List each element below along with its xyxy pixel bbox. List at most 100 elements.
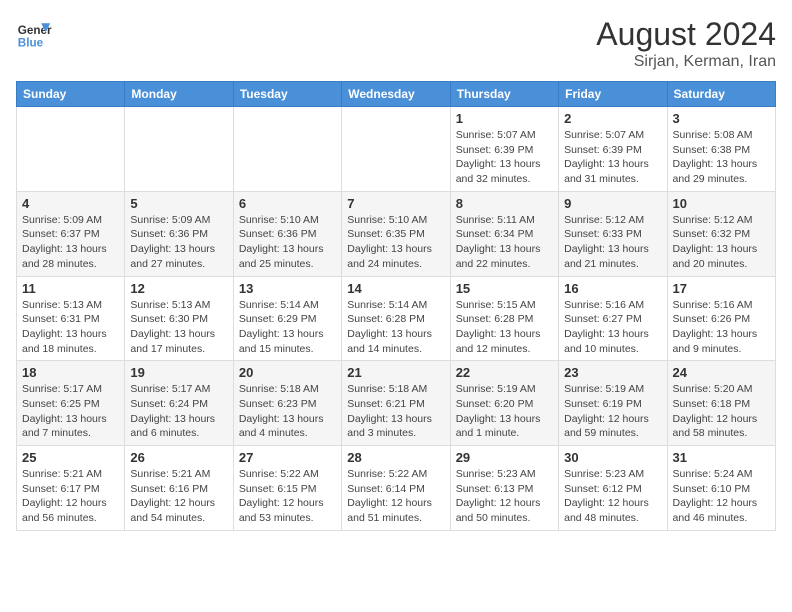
day-number: 25 — [22, 450, 119, 465]
day-number: 7 — [347, 196, 444, 211]
day-number: 22 — [456, 365, 553, 380]
day-header-saturday: Saturday — [667, 82, 775, 107]
calendar-cell: 15 Sunrise: 5:15 AM Sunset: 6:28 PM Dayli… — [450, 276, 558, 361]
day-header-thursday: Thursday — [450, 82, 558, 107]
calendar-cell: 24 Sunrise: 5:20 AM Sunset: 6:18 PM Dayli… — [667, 361, 775, 446]
page-header: General Blue August 2024 Sirjan, Kerman,… — [16, 16, 776, 71]
calendar-week-row: 1 Sunrise: 5:07 AM Sunset: 6:39 PM Daylig… — [17, 107, 776, 192]
day-number: 8 — [456, 196, 553, 211]
day-number: 14 — [347, 281, 444, 296]
calendar-cell: 17Sunrise: 5:16 AM Sunset: 6:26 PM Dayli… — [667, 276, 775, 361]
day-info: Sunrise: 5:21 AM Sunset: 6:16 PM Dayligh… — [130, 467, 227, 526]
day-info: Sunrise: 5:18 AM Sunset: 6:21 PM Dayligh… — [347, 382, 444, 441]
title-block: August 2024 Sirjan, Kerman, Iran — [596, 16, 776, 71]
calendar-cell: 3 Sunrise: 5:08 AM Sunset: 6:38 PM Daylig… — [667, 107, 775, 192]
calendar-cell: 10Sunrise: 5:12 AM Sunset: 6:32 PM Dayli… — [667, 191, 775, 276]
day-number: 15 — [456, 281, 553, 296]
day-number: 6 — [239, 196, 336, 211]
calendar-cell: 23 Sunrise: 5:19 AM Sunset: 6:19 PM Dayli… — [559, 361, 667, 446]
day-info: Sunrise: 5:08 AM Sunset: 6:38 PM Dayligh… — [673, 128, 770, 187]
day-number: 1 — [456, 111, 553, 126]
day-number: 16 — [564, 281, 661, 296]
calendar-cell: 2 Sunrise: 5:07 AM Sunset: 6:39 PM Daylig… — [559, 107, 667, 192]
day-info: Sunrise: 5:24 AM Sunset: 6:10 PM Dayligh… — [673, 467, 770, 526]
calendar-cell: 11Sunrise: 5:13 AM Sunset: 6:31 PM Dayli… — [17, 276, 125, 361]
day-number: 24 — [673, 365, 770, 380]
day-info: Sunrise: 5:17 AM Sunset: 6:25 PM Dayligh… — [22, 382, 119, 441]
calendar-cell: 27 Sunrise: 5:22 AM Sunset: 6:15 PM Dayli… — [233, 446, 341, 531]
day-info: Sunrise: 5:07 AM Sunset: 6:39 PM Dayligh… — [564, 128, 661, 187]
location-subtitle: Sirjan, Kerman, Iran — [596, 53, 776, 71]
calendar-cell: 21Sunrise: 5:18 AM Sunset: 6:21 PM Dayli… — [342, 361, 450, 446]
day-number: 28 — [347, 450, 444, 465]
day-header-monday: Monday — [125, 82, 233, 107]
calendar-cell — [233, 107, 341, 192]
calendar-cell: 13Sunrise: 5:14 AM Sunset: 6:29 PM Dayli… — [233, 276, 341, 361]
calendar-week-row: 4Sunrise: 5:09 AM Sunset: 6:37 PM Daylig… — [17, 191, 776, 276]
day-info: Sunrise: 5:23 AM Sunset: 6:12 PM Dayligh… — [564, 467, 661, 526]
calendar-cell: 14 Sunrise: 5:14 AM Sunset: 6:28 PM Dayli… — [342, 276, 450, 361]
day-number: 26 — [130, 450, 227, 465]
day-number: 12 — [130, 281, 227, 296]
day-info: Sunrise: 5:16 AM Sunset: 6:26 PM Dayligh… — [673, 298, 770, 357]
day-info: Sunrise: 5:12 AM Sunset: 6:32 PM Dayligh… — [673, 213, 770, 272]
day-info: Sunrise: 5:09 AM Sunset: 6:36 PM Dayligh… — [130, 213, 227, 272]
day-header-friday: Friday — [559, 82, 667, 107]
day-number: 5 — [130, 196, 227, 211]
calendar-header: SundayMondayTuesdayWednesdayThursdayFrid… — [17, 82, 776, 107]
day-info: Sunrise: 5:20 AM Sunset: 6:18 PM Dayligh… — [673, 382, 770, 441]
day-number: 9 — [564, 196, 661, 211]
day-number: 31 — [673, 450, 770, 465]
calendar-cell: 28 Sunrise: 5:22 AM Sunset: 6:14 PM Dayli… — [342, 446, 450, 531]
svg-text:Blue: Blue — [18, 37, 44, 50]
day-info: Sunrise: 5:13 AM Sunset: 6:30 PM Dayligh… — [130, 298, 227, 357]
day-info: Sunrise: 5:09 AM Sunset: 6:37 PM Dayligh… — [22, 213, 119, 272]
calendar-cell: 16Sunrise: 5:16 AM Sunset: 6:27 PM Dayli… — [559, 276, 667, 361]
day-number: 11 — [22, 281, 119, 296]
logo: General Blue — [16, 16, 52, 52]
calendar-week-row: 25Sunrise: 5:21 AM Sunset: 6:17 PM Dayli… — [17, 446, 776, 531]
day-number: 3 — [673, 111, 770, 126]
day-number: 29 — [456, 450, 553, 465]
calendar-cell: 29Sunrise: 5:23 AM Sunset: 6:13 PM Dayli… — [450, 446, 558, 531]
calendar-cell — [125, 107, 233, 192]
calendar-cell: 22Sunrise: 5:19 AM Sunset: 6:20 PM Dayli… — [450, 361, 558, 446]
day-info: Sunrise: 5:07 AM Sunset: 6:39 PM Dayligh… — [456, 128, 553, 187]
calendar-cell: 7 Sunrise: 5:10 AM Sunset: 6:35 PM Daylig… — [342, 191, 450, 276]
calendar-cell: 1 Sunrise: 5:07 AM Sunset: 6:39 PM Daylig… — [450, 107, 558, 192]
calendar-cell: 6 Sunrise: 5:10 AM Sunset: 6:36 PM Daylig… — [233, 191, 341, 276]
calendar-cell: 30 Sunrise: 5:23 AM Sunset: 6:12 PM Dayli… — [559, 446, 667, 531]
calendar-body: 1 Sunrise: 5:07 AM Sunset: 6:39 PM Daylig… — [17, 107, 776, 531]
calendar-cell: 12 Sunrise: 5:13 AM Sunset: 6:30 PM Dayli… — [125, 276, 233, 361]
month-year-title: August 2024 — [596, 16, 776, 53]
day-info: Sunrise: 5:11 AM Sunset: 6:34 PM Dayligh… — [456, 213, 553, 272]
day-info: Sunrise: 5:12 AM Sunset: 6:33 PM Dayligh… — [564, 213, 661, 272]
day-number: 18 — [22, 365, 119, 380]
day-header-sunday: Sunday — [17, 82, 125, 107]
day-info: Sunrise: 5:14 AM Sunset: 6:28 PM Dayligh… — [347, 298, 444, 357]
day-number: 20 — [239, 365, 336, 380]
day-number: 19 — [130, 365, 227, 380]
calendar-week-row: 18 Sunrise: 5:17 AM Sunset: 6:25 PM Dayli… — [17, 361, 776, 446]
day-number: 2 — [564, 111, 661, 126]
calendar-cell: 4Sunrise: 5:09 AM Sunset: 6:37 PM Daylig… — [17, 191, 125, 276]
calendar-cell: 8 Sunrise: 5:11 AM Sunset: 6:34 PM Daylig… — [450, 191, 558, 276]
day-info: Sunrise: 5:15 AM Sunset: 6:28 PM Dayligh… — [456, 298, 553, 357]
calendar-cell: 31 Sunrise: 5:24 AM Sunset: 6:10 PM Dayli… — [667, 446, 775, 531]
day-number: 27 — [239, 450, 336, 465]
logo-icon: General Blue — [16, 16, 52, 52]
day-info: Sunrise: 5:22 AM Sunset: 6:14 PM Dayligh… — [347, 467, 444, 526]
calendar-cell — [17, 107, 125, 192]
calendar-cell: 26 Sunrise: 5:21 AM Sunset: 6:16 PM Dayli… — [125, 446, 233, 531]
day-info: Sunrise: 5:22 AM Sunset: 6:15 PM Dayligh… — [239, 467, 336, 526]
day-info: Sunrise: 5:10 AM Sunset: 6:35 PM Dayligh… — [347, 213, 444, 272]
day-info: Sunrise: 5:17 AM Sunset: 6:24 PM Dayligh… — [130, 382, 227, 441]
calendar-cell: 9 Sunrise: 5:12 AM Sunset: 6:33 PM Daylig… — [559, 191, 667, 276]
day-number: 30 — [564, 450, 661, 465]
day-info: Sunrise: 5:10 AM Sunset: 6:36 PM Dayligh… — [239, 213, 336, 272]
day-info: Sunrise: 5:19 AM Sunset: 6:19 PM Dayligh… — [564, 382, 661, 441]
day-header-wednesday: Wednesday — [342, 82, 450, 107]
day-number: 13 — [239, 281, 336, 296]
day-number: 23 — [564, 365, 661, 380]
calendar-cell: 5 Sunrise: 5:09 AM Sunset: 6:36 PM Daylig… — [125, 191, 233, 276]
